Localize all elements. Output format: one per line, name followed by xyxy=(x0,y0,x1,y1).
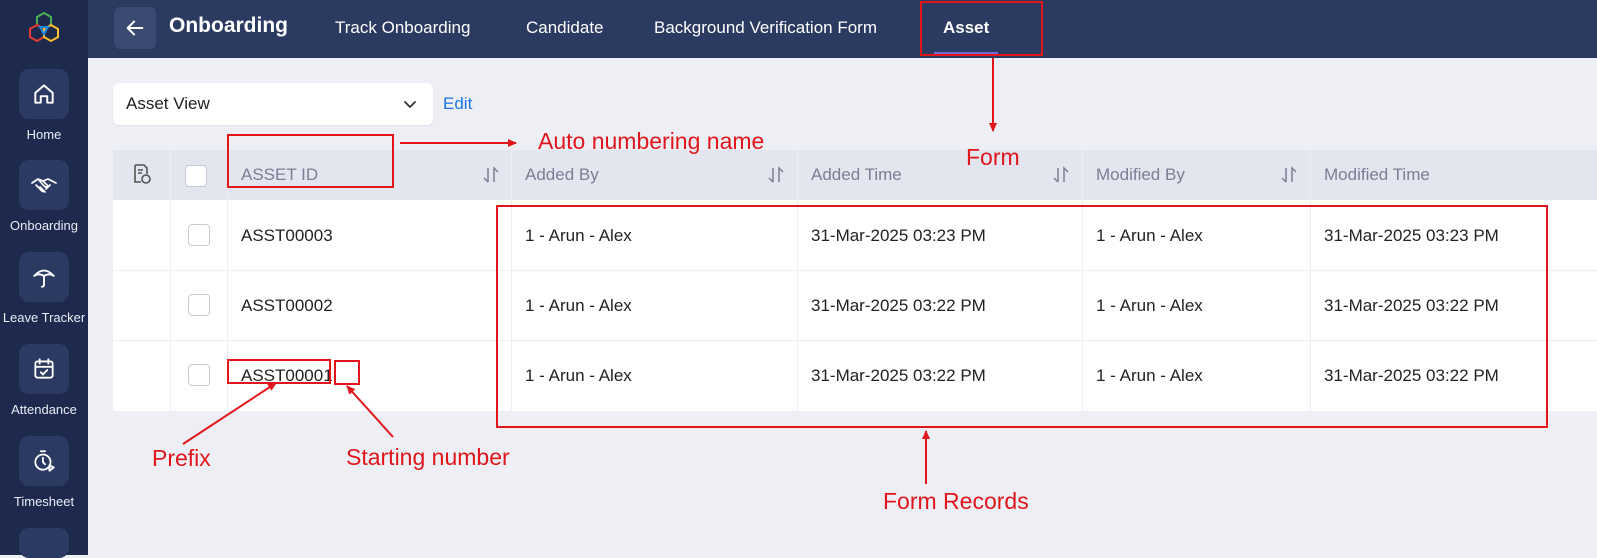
view-select-value: Asset View xyxy=(126,94,210,113)
sort-icon[interactable] xyxy=(1280,166,1298,184)
sidebar: Home Onboarding Leave Tracker Attendance… xyxy=(0,0,88,558)
handshake-icon xyxy=(19,160,69,210)
sidebar-item-timesheet[interactable]: Timesheet xyxy=(0,436,88,509)
chevron-down-icon xyxy=(404,101,416,109)
column-label: Modified By xyxy=(1096,165,1185,184)
column-label: Added By xyxy=(525,165,599,184)
select-all-checkbox[interactable] xyxy=(185,165,207,187)
top-navigation-bar: Onboarding Track Onboarding Candidate Ba… xyxy=(88,0,1597,58)
sidebar-item-attendance[interactable]: Attendance xyxy=(0,344,88,417)
sort-icon[interactable] xyxy=(482,166,500,184)
sidebar-item-leave-tracker[interactable]: Leave Tracker xyxy=(0,252,88,325)
sidebar-item-more[interactable] xyxy=(0,528,88,558)
sidebar-item-label: Home xyxy=(26,127,62,142)
annotation-box-starting-number xyxy=(334,360,360,385)
back-button[interactable] xyxy=(114,7,156,49)
annotation-box-asset-id-header xyxy=(227,134,394,188)
arrow-left-icon xyxy=(126,20,144,36)
home-icon xyxy=(19,69,69,119)
timer-icon xyxy=(19,436,69,486)
column-header-added-time[interactable]: Added Time xyxy=(797,150,1082,200)
edit-link[interactable]: Edit xyxy=(443,94,472,114)
view-select[interactable]: Asset View xyxy=(113,83,433,125)
row-checkbox[interactable] xyxy=(188,224,210,246)
annotation-box-asset-tab xyxy=(920,1,1043,56)
cell-asset-id[interactable]: ASST00002 xyxy=(241,296,333,316)
row-checkbox[interactable] xyxy=(188,294,210,316)
tab-candidate[interactable]: Candidate xyxy=(526,18,604,38)
sidebar-item-label: Timesheet xyxy=(13,494,75,509)
tab-track-onboarding[interactable]: Track Onboarding xyxy=(335,18,470,38)
sort-icon[interactable] xyxy=(1052,166,1070,184)
column-divider xyxy=(170,150,171,411)
cell-asset-id[interactable]: ASST00003 xyxy=(241,226,333,246)
app-logo-icon xyxy=(29,11,59,43)
column-header-modified-by[interactable]: Modified By xyxy=(1082,150,1310,200)
sidebar-item-label: Leave Tracker xyxy=(2,310,86,325)
sidebar-item-label: Onboarding xyxy=(10,218,78,233)
document-icon xyxy=(19,528,69,558)
calendar-check-icon xyxy=(19,344,69,394)
sidebar-item-home[interactable]: Home xyxy=(0,69,88,142)
column-label: Added Time xyxy=(811,165,902,184)
page-title: Onboarding xyxy=(169,14,288,37)
sidebar-item-label: Attendance xyxy=(11,402,77,417)
annotation-box-prefix xyxy=(227,359,331,384)
sort-icon[interactable] xyxy=(767,166,785,184)
annotation-form-records: Form Records xyxy=(883,488,1029,514)
column-settings-icon[interactable] xyxy=(131,163,153,185)
sidebar-item-onboarding[interactable]: Onboarding xyxy=(0,160,88,233)
row-checkbox[interactable] xyxy=(188,364,210,386)
column-label: Modified Time xyxy=(1324,165,1430,184)
column-header-modified-time[interactable]: Modified Time xyxy=(1310,150,1597,200)
annotation-auto-numbering-name: Auto numbering name xyxy=(538,128,765,154)
tab-background-verification-form[interactable]: Background Verification Form xyxy=(654,18,877,38)
umbrella-icon xyxy=(19,252,69,302)
annotation-prefix: Prefix xyxy=(152,445,211,471)
annotation-box-form-records xyxy=(496,205,1548,428)
column-header-added-by[interactable]: Added By xyxy=(511,150,797,200)
annotation-form: Form xyxy=(966,144,1020,170)
annotation-starting-number: Starting number xyxy=(346,444,510,470)
